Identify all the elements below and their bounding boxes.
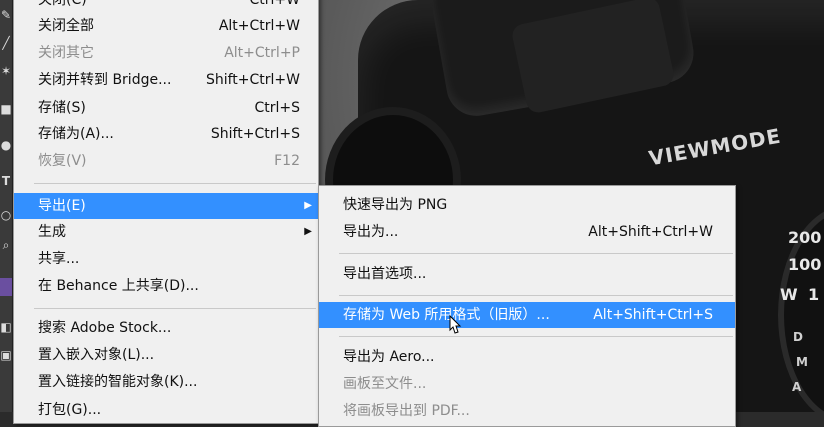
menu-item-revert: 恢复(V) F12 [14,148,318,174]
menu-item-shortcut: Alt+Ctrl+P [224,45,300,61]
export-submenu: 快速导出为 PNG 导出为... Alt+Shift+Ctrl+W 导出首选项.… [318,185,736,427]
menu-separator [34,308,316,309]
menu-item-label: 置入嵌入对象(L)... [38,347,155,363]
menu-item-shortcut: Alt+Ctrl+W [218,18,300,34]
quick-mask-icon[interactable]: ◧ [0,318,12,336]
menu-item-label: 共享... [38,251,80,267]
menu-item-export-preferences[interactable]: 导出首选项... [319,261,735,287]
tools-panel: ✎ ╱ ✶ ■ ● T ○ ⌕ ◧ ▣ [0,0,13,412]
ellipse-tool-icon[interactable]: ○ [0,206,12,224]
dial-mark: A [792,380,802,394]
menu-item-place-embedded[interactable]: 置入嵌入对象(L)... [14,342,318,368]
brush-tool-icon[interactable]: ✎ [0,6,12,24]
menu-item-artboards-to-pdf: 将画板导出到 PDF... [319,398,735,424]
menu-item-shortcut: Alt+Shift+Ctrl+W [588,224,713,240]
menu-item-label: 导出(E) [38,198,86,214]
menu-item-share-behance[interactable]: 在 Behance 上共享(D)... [14,273,318,299]
menu-item-close-all[interactable]: 关闭全部 Alt+Ctrl+W [14,13,318,39]
menu-item-shortcut: Ctrl+S [254,100,300,116]
menu-item-label: 在 Behance 上共享(D)... [38,278,199,294]
menu-item-label: 画板至文件... [343,376,427,392]
menu-separator [339,336,733,337]
menu-item-close-others: 关闭其它 Alt+Ctrl+P [14,40,318,66]
menu-item-close-go-bridge[interactable]: 关闭并转到 Bridge... Shift+Ctrl+W [14,67,318,93]
menu-item-place-linked[interactable]: 置入链接的智能对象(K)... [14,369,318,395]
menu-item-save-for-web[interactable]: 存储为 Web 所用格式（旧版）... Alt+Shift+Ctrl+S [319,302,735,328]
menu-item-label: 置入链接的智能对象(K)... [38,374,198,390]
menu-item-label: 生成 [38,224,66,240]
menu-item-share[interactable]: 共享... [14,246,318,272]
mouse-pointer-icon [449,314,462,334]
menu-item-save[interactable]: 存储(S) Ctrl+S [14,95,318,121]
menu-item-generate[interactable]: 生成 ▶ [14,219,318,245]
zoom-tool-icon[interactable]: ⌕ [0,236,12,254]
menu-item-label: 关闭全部 [38,18,94,34]
dial-number: 100 [788,255,822,274]
menu-item-label: 导出为 Aero... [343,349,435,365]
menu-item-artboards-to-files: 画板至文件... [319,371,735,397]
color-swatch-icon[interactable] [0,278,12,296]
menu-item-shortcut: Alt+Shift+Ctrl+S [593,307,713,323]
dial-mark: D [793,330,803,344]
menu-separator [34,183,316,184]
menu-item-export[interactable]: 导出(E) ▶ [14,193,318,219]
menu-item-export-as[interactable]: 导出为... Alt+Shift+Ctrl+W [319,219,735,245]
menu-item-close[interactable]: 关闭(C) Ctrl+W [14,0,318,13]
stamp-tool-icon[interactable]: ✶ [0,62,12,80]
menu-item-save-as[interactable]: 存储为(A)... Shift+Ctrl+S [14,121,318,147]
menu-item-label: 导出为... [343,224,399,240]
dial-number: W [780,285,798,304]
menu-item-label: 打包(G)... [38,402,102,418]
menu-item-label: 关闭(C) [38,0,87,8]
menu-item-label: 关闭并转到 Bridge... [38,72,172,88]
submenu-arrow-icon: ▶ [304,226,312,237]
menu-item-label: 恢复(V) [38,153,87,169]
eraser-tool-icon[interactable]: ■ [0,100,12,118]
menu-item-shortcut: Shift+Ctrl+W [205,72,300,88]
menu-item-label: 存储(S) [38,100,86,116]
menu-item-label: 导出首选项... [343,266,427,282]
menu-item-label: 搜索 Adobe Stock... [38,320,172,336]
menu-item-shortcut: Ctrl+W [249,0,300,8]
menu-item-quick-export-png[interactable]: 快速导出为 PNG [319,192,735,218]
pencil-tool-icon[interactable]: ╱ [0,34,12,52]
menu-item-shortcut: F12 [274,153,300,169]
menu-item-label: 快速导出为 PNG [343,197,448,213]
dial-mark: M [796,355,808,369]
menu-separator [339,253,733,254]
type-tool-icon[interactable]: T [0,172,12,190]
menu-item-label: 存储为(A)... [38,126,114,142]
file-menu: 关闭(C) Ctrl+W 关闭全部 Alt+Ctrl+W 关闭其它 Alt+Ct… [13,0,319,424]
screen-mode-icon[interactable]: ▣ [0,346,12,364]
menu-separator [339,295,733,296]
menu-item-search-adobe-stock[interactable]: 搜索 Adobe Stock... [14,315,318,341]
dial-number: 200 [788,228,822,247]
menu-item-package[interactable]: 打包(G)... [14,397,318,423]
dodge-tool-icon[interactable]: ● [0,136,12,154]
menu-item-shortcut: Shift+Ctrl+S [210,126,300,142]
dial-number: 1 [808,285,820,304]
menu-item-label: 将画板导出到 PDF... [343,403,470,419]
menu-item-export-aero[interactable]: 导出为 Aero... [319,344,735,370]
menu-item-label: 关闭其它 [38,45,94,61]
submenu-arrow-icon: ▶ [304,200,312,211]
